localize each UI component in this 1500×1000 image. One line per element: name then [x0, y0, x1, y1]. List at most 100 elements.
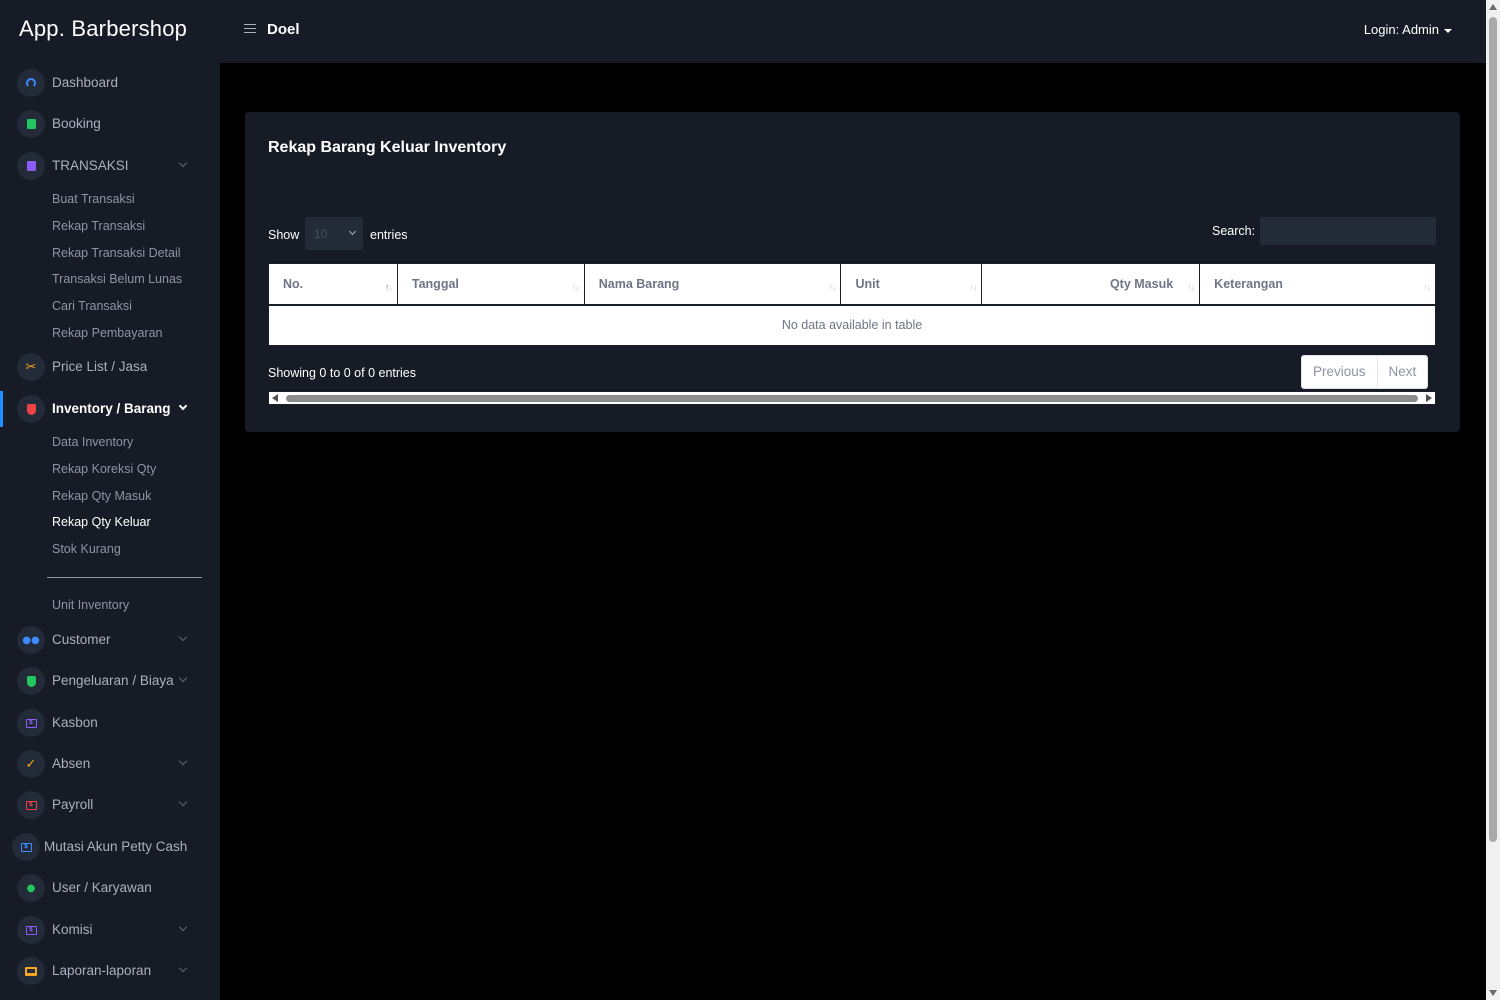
chevron-down-icon	[178, 963, 188, 973]
sidebar-item-user[interactable]: ● User / Karyawan	[0, 870, 220, 906]
scroll-up-icon[interactable]	[1489, 4, 1497, 10]
user-icon: ●	[17, 874, 45, 902]
sidebar-item-label: Laporan-laporan	[52, 963, 152, 978]
table-row: No data available in table	[268, 304, 1436, 346]
column-label: No.	[283, 276, 304, 291]
sidebar: Dashboard Booking TRANSAKSI Buat Transak…	[0, 63, 220, 1000]
sidebar-subitem-buat-transaksi[interactable]: Buat Transaksi	[52, 192, 135, 206]
sidebar-item-label: Price List / Jasa	[52, 359, 148, 374]
sidebar-item-laporan[interactable]: Laporan-laporan	[0, 953, 220, 989]
sidebar-subitem-transaksi-belum-lunas[interactable]: Transaksi Belum Lunas	[52, 272, 182, 286]
receipt-icon	[17, 152, 45, 180]
scroll-right-icon[interactable]	[1426, 394, 1432, 402]
money-icon: $	[17, 709, 45, 737]
chevron-down-icon	[178, 797, 188, 807]
chevron-down-icon	[178, 632, 188, 642]
chevron-down-icon	[178, 922, 188, 932]
entries-label: entries	[370, 228, 408, 242]
sidebar-item-pengeluaran[interactable]: Pengeluaran / Biaya	[0, 663, 220, 699]
search-label: Search:	[1212, 224, 1256, 238]
sidebar-subitem-rekap-pembayaran[interactable]: Rekap Pembayaran	[52, 326, 162, 340]
data-table: No. ↑↓ Tanggal ↑↓ Nama Barang ↑↓ Unit ↑↓ Qty…	[268, 263, 1436, 346]
sidebar-item-price-list[interactable]: ✂ Price List / Jasa	[0, 349, 220, 385]
chevron-down-icon	[178, 158, 188, 168]
pagination: Previous Next	[1301, 355, 1429, 389]
chevron-down-icon	[178, 401, 188, 411]
active-indicator	[0, 391, 3, 427]
sidebar-divider	[47, 577, 202, 578]
sidebar-item-mutasi-akun[interactable]: $ Mutasi Akun Petty Cash	[0, 829, 220, 865]
scroll-left-icon[interactable]	[272, 394, 278, 402]
previous-button[interactable]: Previous	[1302, 356, 1377, 388]
horizontal-scrollbar[interactable]	[268, 391, 1436, 405]
page-scrollbar[interactable]	[1486, 0, 1500, 1000]
sidebar-item-label: Pengeluaran / Biaya	[52, 673, 174, 688]
sidebar-item-absen[interactable]: ✓ Absen	[0, 746, 220, 782]
chevron-down-icon	[178, 756, 188, 766]
sidebar-item-customer[interactable]: ●● Customer	[0, 622, 220, 658]
users-icon: ●●	[17, 626, 45, 654]
column-header-nama-barang[interactable]: Nama Barang ↑↓	[583, 263, 842, 306]
scissors-icon: ✂	[17, 353, 45, 381]
app-brand[interactable]: App. Barbershop	[19, 16, 187, 42]
column-label: Tanggal	[411, 276, 459, 291]
sidebar-subitem-rekap-transaksi[interactable]: Rekap Transaksi	[52, 219, 145, 233]
sidebar-item-label: Inventory / Barang	[52, 401, 171, 416]
sidebar-subitem-stok-kurang[interactable]: Stok Kurang	[52, 542, 121, 556]
sort-icon: ↑↓	[384, 282, 393, 292]
column-label: Unit	[855, 276, 880, 291]
column-label: Keterangan	[1214, 276, 1283, 291]
sidebar-item-label: Absen	[52, 756, 91, 771]
chevron-down-icon	[348, 227, 357, 236]
sidebar-item-komisi[interactable]: $ Komisi	[0, 912, 220, 948]
page-length-value: 10	[314, 227, 328, 241]
sidebar-item-payroll[interactable]: $ Payroll	[0, 787, 220, 823]
sidebar-item-dashboard[interactable]: Dashboard	[0, 65, 220, 101]
login-dropdown[interactable]: Login: Admin	[1364, 22, 1452, 37]
sidebar-subitem-data-inventory[interactable]: Data Inventory	[52, 435, 133, 449]
sidebar-subitem-rekap-transaksi-detail[interactable]: Rekap Transaksi Detail	[52, 246, 181, 260]
sidebar-item-kasbon[interactable]: $ Kasbon	[0, 705, 220, 741]
column-header-keterangan[interactable]: Keterangan ↑↓	[1199, 263, 1436, 306]
shield-check-icon	[17, 667, 45, 695]
page-heading: Doel	[267, 21, 300, 38]
sidebar-item-inventory[interactable]: Inventory / Barang	[0, 391, 220, 427]
login-label: Login: Admin	[1363, 22, 1439, 37]
scroll-down-icon[interactable]	[1489, 990, 1497, 996]
sort-icon: ↑↓	[571, 282, 580, 292]
page-scrollbar-thumb[interactable]	[1489, 17, 1497, 842]
column-header-no[interactable]: No. ↑↓	[268, 263, 398, 306]
search-input[interactable]	[1260, 217, 1436, 245]
column-header-qty-masuk[interactable]: Qty Masuk ↑↓	[981, 263, 1201, 306]
next-button[interactable]: Next	[1376, 356, 1428, 388]
gauge-icon	[17, 69, 45, 97]
money-icon: $	[12, 833, 40, 861]
sidebar-item-label: Mutasi Akun Petty Cash	[44, 839, 188, 854]
sort-icon: ↑↓	[1423, 282, 1431, 292]
column-label: Nama Barang	[598, 276, 680, 291]
column-label: Qty Masuk	[1109, 276, 1174, 291]
sidebar-subitem-unit-inventory[interactable]: Unit Inventory	[52, 598, 129, 612]
menu-toggle-icon[interactable]	[244, 21, 256, 35]
sidebar-item-label: User / Karyawan	[52, 880, 152, 895]
column-header-unit[interactable]: Unit ↑↓	[840, 263, 983, 306]
card-title: Rekap Barang Keluar Inventory	[268, 139, 507, 156]
page-length-select[interactable]: 10	[305, 217, 363, 250]
sidebar-subitem-rekap-qty-masuk[interactable]: Rekap Qty Masuk	[52, 489, 151, 503]
sidebar-subitem-rekap-koreksi-qty[interactable]: Rekap Koreksi Qty	[52, 462, 156, 476]
sidebar-item-label: Customer	[52, 632, 111, 647]
sidebar-item-booking[interactable]: Booking	[0, 106, 220, 142]
column-header-tanggal[interactable]: Tanggal ↑↓	[396, 263, 585, 306]
sidebar-item-transaksi[interactable]: TRANSAKSI	[0, 148, 220, 184]
chevron-down-icon	[178, 673, 188, 683]
sidebar-item-label: Kasbon	[52, 715, 98, 730]
show-label: Show	[268, 228, 300, 242]
empty-table-message: No data available in table	[268, 304, 1436, 346]
money-icon: $	[17, 916, 45, 944]
sidebar-subitem-rekap-qty-keluar[interactable]: Rekap Qty Keluar	[52, 515, 151, 529]
shield-icon	[17, 395, 45, 423]
sidebar-subitem-cari-transaksi[interactable]: Cari Transaksi	[52, 299, 132, 313]
sidebar-item-label: Payroll	[52, 797, 94, 812]
scrollbar-thumb[interactable]	[286, 395, 1418, 402]
money-icon: $	[17, 791, 45, 819]
